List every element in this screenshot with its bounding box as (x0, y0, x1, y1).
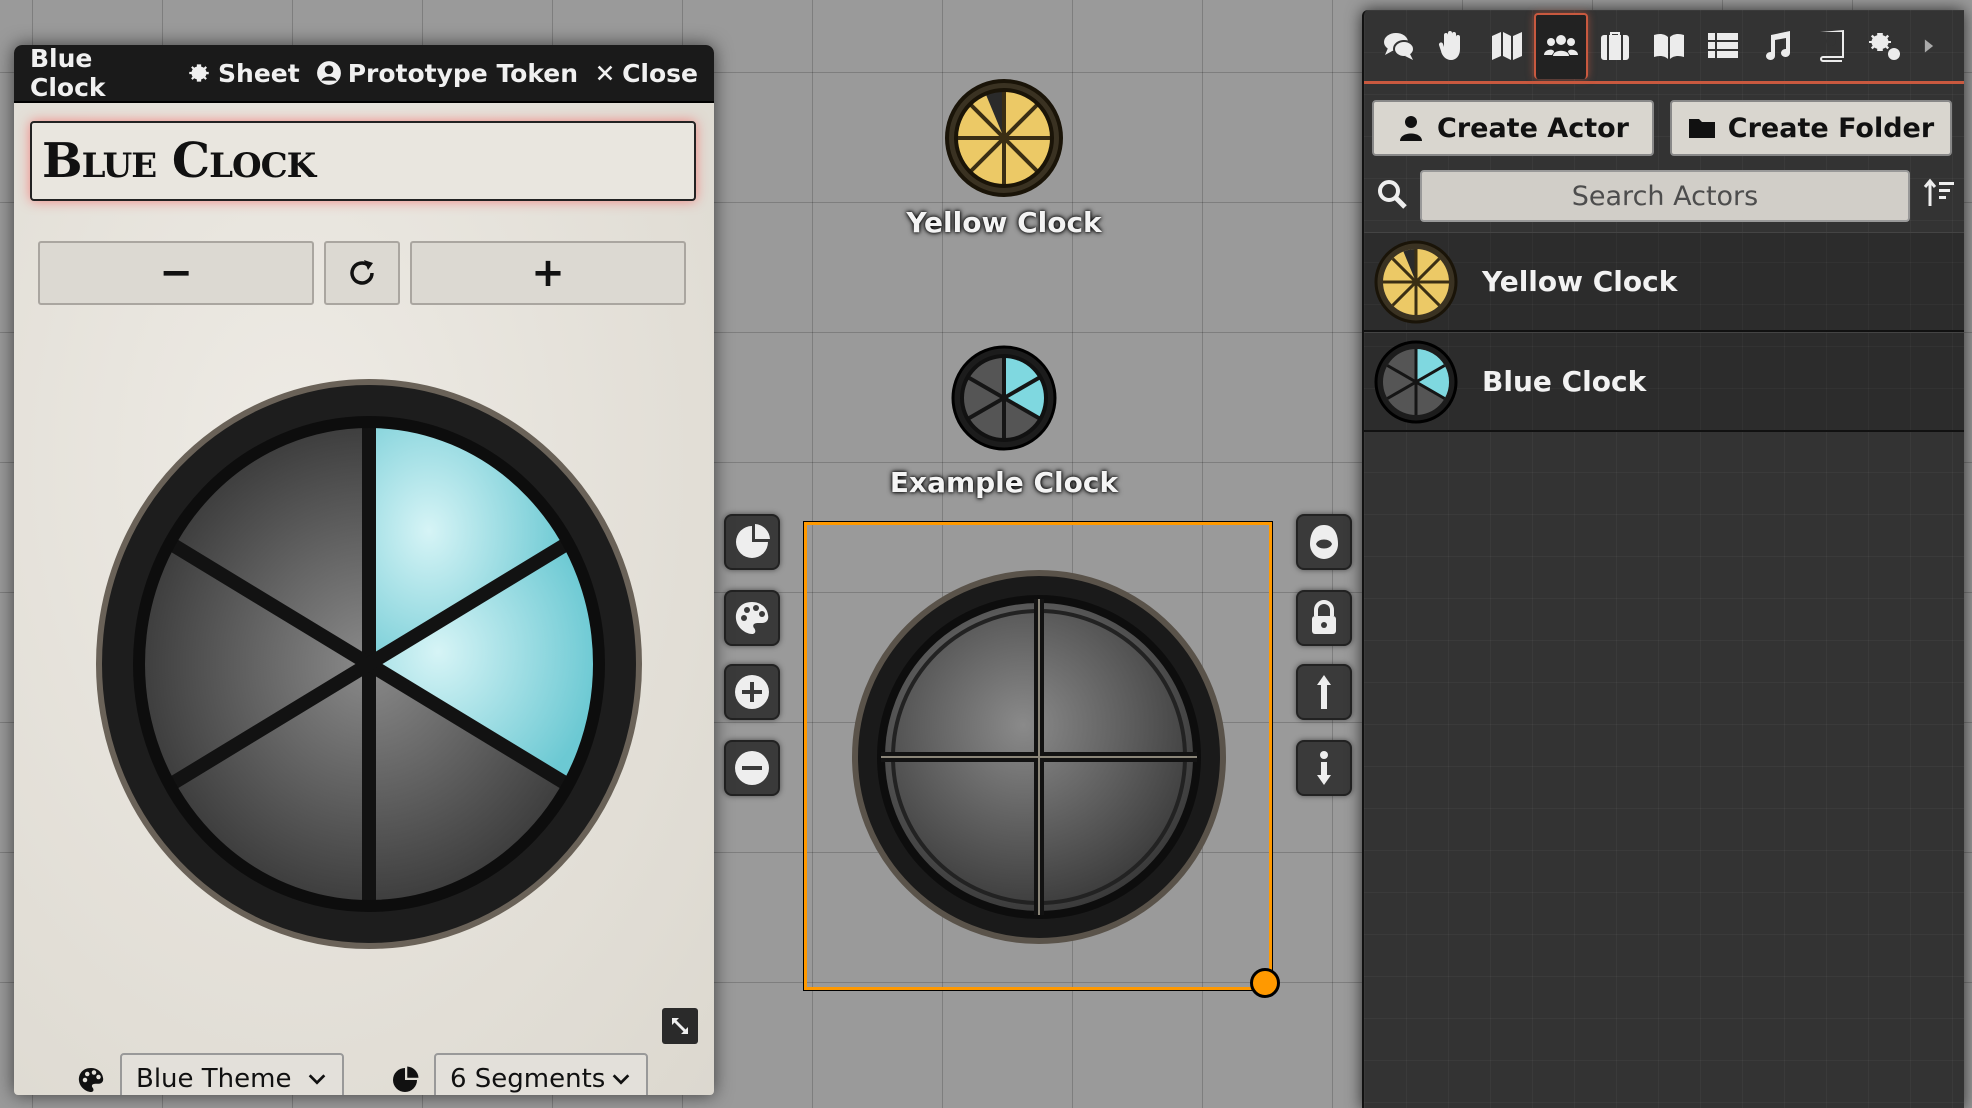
chevron-down-icon (612, 1074, 630, 1085)
arrow-up-icon (1317, 675, 1331, 709)
decrement-button[interactable]: − (38, 241, 314, 305)
tab-chat[interactable] (1372, 13, 1426, 79)
scenes-icon (1492, 31, 1522, 60)
plus-circle-icon (735, 675, 769, 709)
gear-icon (189, 64, 209, 82)
close-label: Close (622, 58, 698, 88)
close-icon (597, 65, 613, 81)
actor-name: Blue Clock (1482, 365, 1647, 398)
sidebar: Create Actor Create Folder Search Actors… (1362, 10, 1964, 1108)
lock-hud-button[interactable] (1296, 590, 1352, 646)
visibility-hud-button[interactable] (1296, 514, 1352, 570)
sheet-header: Blue Clock Sheet Prototype Token Close (14, 45, 714, 103)
combat-icon (1438, 30, 1460, 60)
selected-clock-token[interactable] (852, 570, 1227, 945)
palette-icon (735, 602, 769, 634)
clock-theme-hud-button[interactable] (724, 590, 780, 646)
arrow-down-icon (1317, 751, 1331, 785)
chat-icon (1384, 32, 1415, 60)
clock-name-input[interactable]: Blue Clock (30, 121, 696, 201)
collapse-icon (1924, 39, 1934, 52)
tab-journal[interactable] (1642, 13, 1696, 79)
prototype-token-label: Prototype Token (347, 58, 579, 88)
decrement-hud-button[interactable] (724, 740, 780, 796)
sheet-button-label: Sheet (218, 58, 300, 88)
create-actor-button[interactable]: Create Actor (1372, 100, 1654, 156)
theme-select[interactable]: Blue Theme (120, 1053, 344, 1095)
sort-icon[interactable] (1922, 176, 1956, 210)
pie-chart-icon (736, 524, 770, 558)
reset-button[interactable] (324, 241, 400, 305)
increment-button[interactable]: + (410, 241, 686, 305)
tables-icon (1708, 32, 1738, 58)
tab-actors[interactable] (1534, 12, 1588, 79)
palette-icon (78, 1068, 104, 1092)
sidebar-tabs (1364, 10, 1964, 84)
actor-row-blue-clock[interactable]: Blue Clock (1364, 332, 1964, 432)
tab-collapse[interactable] (1912, 13, 1946, 79)
search-icon (1378, 180, 1407, 209)
increment-hud-button[interactable] (724, 664, 780, 720)
chevron-down-icon (308, 1074, 326, 1085)
tab-tables[interactable] (1696, 13, 1750, 79)
items-icon (1601, 31, 1629, 60)
elevation-up-hud-button[interactable] (1296, 664, 1352, 720)
prototype-token-button[interactable]: Prototype Token (316, 59, 578, 88)
tab-compendium[interactable] (1804, 13, 1858, 79)
theme-select-value: Blue Theme (136, 1064, 292, 1094)
example-clock-label: Example Clock (889, 466, 1119, 499)
minus-circle-icon (735, 751, 769, 785)
journal-icon (1654, 33, 1684, 59)
window-resize-handle[interactable] (662, 1008, 698, 1044)
resize-token-handle[interactable] (1250, 968, 1280, 998)
rotate-icon (350, 260, 374, 285)
actor-sheet-window: Blue Clock Sheet Prototype Token Close B… (14, 45, 714, 1095)
example-clock-token[interactable] (950, 344, 1058, 452)
sheet-config-button[interactable]: Sheet (186, 59, 300, 88)
tab-settings[interactable] (1858, 13, 1912, 79)
hooded-figure-icon (1310, 525, 1338, 559)
playlists-icon (1766, 30, 1790, 60)
yellow-clock-label: Yellow Clock (906, 206, 1102, 239)
actor-row-yellow-clock[interactable]: Yellow Clock (1364, 232, 1964, 332)
user-circle-icon (316, 61, 341, 85)
actors-icon (1544, 34, 1578, 56)
tab-scenes[interactable] (1480, 13, 1534, 79)
tab-playlists[interactable] (1750, 13, 1804, 79)
segments-select[interactable]: 6 Segments (434, 1053, 648, 1095)
sheet-title: Blue Clock (30, 45, 106, 102)
tab-combat[interactable] (1426, 13, 1480, 79)
compendium-icon (1820, 29, 1844, 62)
create-folder-label: Create Folder (1727, 112, 1935, 144)
actor-name: Yellow Clock (1482, 265, 1678, 298)
user-icon (1400, 116, 1423, 141)
clock-segments-hud-button[interactable] (724, 514, 780, 570)
yellow-clock-token[interactable] (944, 78, 1064, 198)
search-actors-input[interactable]: Search Actors (1420, 170, 1910, 222)
tab-items[interactable] (1588, 13, 1642, 79)
elevation-down-hud-button[interactable] (1296, 740, 1352, 796)
segments-select-value: 6 Segments (450, 1064, 606, 1094)
actor-list: Yellow Clock Blue Clock (1364, 232, 1964, 432)
clock-display (96, 379, 642, 949)
actor-avatar (1374, 240, 1458, 323)
lock-icon (1312, 600, 1336, 634)
settings-icon (1869, 32, 1900, 60)
close-button[interactable]: Close (594, 59, 698, 88)
pie-chart-icon (393, 1066, 419, 1092)
resize-arrows-icon (672, 1018, 688, 1034)
create-actor-label: Create Actor (1437, 112, 1629, 144)
actor-avatar (1374, 340, 1458, 423)
create-folder-button[interactable]: Create Folder (1670, 100, 1952, 156)
folder-icon (1688, 119, 1715, 138)
